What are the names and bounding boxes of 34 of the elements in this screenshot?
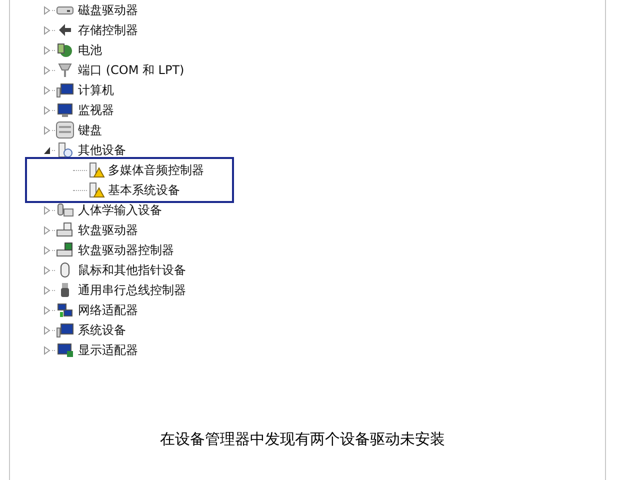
tree-item[interactable]: 基本系统设备 xyxy=(108,180,180,200)
tree-item[interactable]: 软盘驱动器控制器 xyxy=(78,240,174,260)
tree-item[interactable]: 键盘 xyxy=(78,120,102,140)
battery-icon xyxy=(56,41,74,59)
monitor-icon xyxy=(56,341,74,359)
tree-item[interactable]: 显示适配器 xyxy=(78,340,138,360)
caption: 在设备管理器中发现有两个设备驱动未安装 xyxy=(160,428,445,450)
tree-item[interactable]: 通用串行总线控制器 xyxy=(78,280,186,300)
tree-item[interactable]: 多媒体音频控制器 xyxy=(108,160,204,180)
tree-item[interactable]: 鼠标和其他指针设备 xyxy=(78,260,186,280)
keyboard-icon xyxy=(56,121,74,139)
tree-item[interactable]: 端口 (COM 和 LPT) xyxy=(78,60,184,80)
computer-icon xyxy=(56,321,74,339)
warning-device-icon xyxy=(87,181,105,199)
tree-item[interactable]: 监视器 xyxy=(78,100,114,120)
tree-item[interactable]: 软盘驱动器 xyxy=(78,220,138,240)
network-icon xyxy=(56,301,74,319)
tree-item[interactable]: 磁盘驱动器 xyxy=(78,0,138,20)
monitor-icon xyxy=(56,101,74,119)
floppy-drive-icon xyxy=(56,241,74,259)
tree-item[interactable]: 电池 xyxy=(78,40,102,60)
computer-icon xyxy=(56,81,74,99)
port-icon xyxy=(56,61,74,79)
keyboard-mouse-icon xyxy=(56,201,74,219)
floppy-drive-icon xyxy=(56,221,74,239)
unknown-device-icon xyxy=(56,141,74,159)
warning-device-icon xyxy=(87,161,105,179)
tree-item[interactable]: 网络适配器 xyxy=(78,300,138,320)
tree-item[interactable]: 存储控制器 xyxy=(78,20,138,40)
tree-item[interactable]: 其他设备 xyxy=(78,140,126,160)
tree-item[interactable]: 人体学输入设备 xyxy=(78,200,162,220)
tree-item[interactable]: 计算机 xyxy=(78,80,114,100)
expander-icon[interactable] xyxy=(43,146,51,154)
tree-item[interactable]: 系统设备 xyxy=(78,320,126,340)
